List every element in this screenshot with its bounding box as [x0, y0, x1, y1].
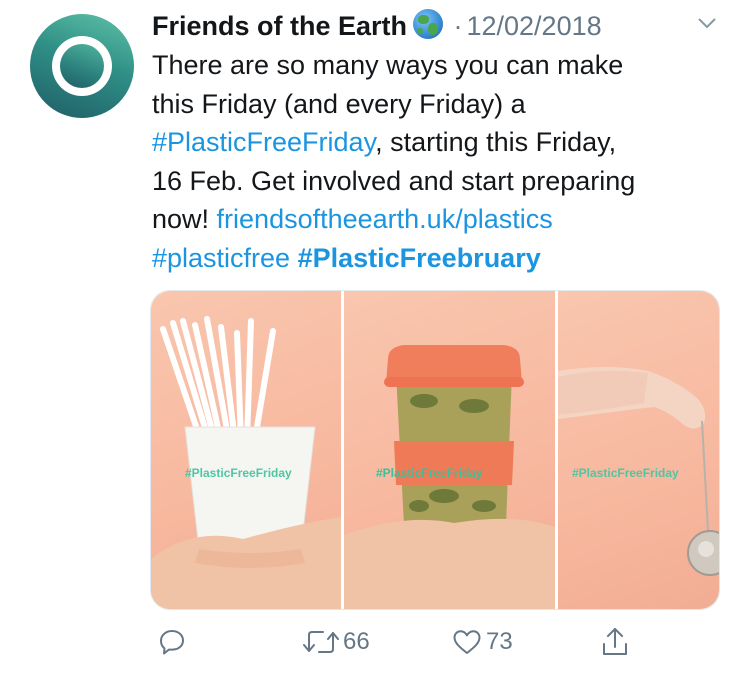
text-segment: , starting this Friday,: [375, 127, 617, 157]
action-bar: 66 73: [0, 622, 750, 662]
tweet-date[interactable]: 12/02/2018: [466, 11, 601, 41]
like-count: 73: [486, 628, 513, 655]
media-image-reusable-cup[interactable]: #PlasticFreeFriday: [344, 291, 555, 609]
like-icon: [453, 630, 481, 654]
media-image-hand-tea-ball[interactable]: #PlasticFreeFriday: [558, 291, 719, 609]
text-segment: now!: [152, 204, 217, 234]
hashtag-plasticfree[interactable]: #plasticfree: [152, 243, 290, 273]
share-icon: [603, 628, 627, 655]
like-button[interactable]: 73: [452, 622, 513, 662]
hashtag-plasticfreefriday[interactable]: #PlasticFreeFriday: [152, 127, 375, 157]
tweet-text: There are so many ways you can make this…: [152, 46, 732, 277]
link-plastics[interactable]: friendsoftheearth.uk/plastics: [217, 204, 553, 234]
media-hashtag-overlay: #PlasticFreeFriday: [572, 466, 679, 480]
retweet-button[interactable]: 66: [303, 622, 370, 662]
text-line: this Friday (and every Friday) a: [152, 88, 526, 119]
chevron-down-icon[interactable]: [696, 16, 718, 30]
text-line: #PlasticFreeFriday, starting this Friday…: [152, 123, 732, 162]
reply-icon: [160, 630, 184, 655]
avatar-core: [60, 44, 104, 88]
media-hashtag-overlay: #PlasticFreeFriday: [376, 466, 483, 480]
text-line: There are so many ways you can make: [152, 50, 624, 80]
text-line: 16 Feb. Get involved and start preparing: [152, 165, 636, 196]
globe-icon: [413, 9, 444, 39]
author-name[interactable]: Friends of the Earth: [152, 11, 407, 41]
avatar-ring: [52, 36, 112, 96]
media-grid: #PlasticFreeFriday #PlasticFreeFriday #P…: [150, 290, 720, 610]
tweet-header: Friends of the Earth · 12/02/2018: [152, 6, 602, 46]
retweet-icon: [303, 631, 339, 653]
hashtag-plasticfreebruary[interactable]: #PlasticFreebruary: [298, 243, 541, 273]
share-button[interactable]: [600, 622, 630, 662]
media-hashtag-overlay: #PlasticFreeFriday: [185, 466, 292, 480]
reply-button[interactable]: [158, 622, 186, 662]
separator: ·: [453, 11, 463, 41]
retweet-count: 66: [343, 628, 370, 655]
text-line: now! friendsoftheearth.uk/plastics: [152, 200, 732, 239]
media-image-straws-cup[interactable]: #PlasticFreeFriday: [151, 291, 341, 609]
text-line: #plasticfree #PlasticFreebruary: [152, 239, 732, 278]
avatar[interactable]: [30, 14, 134, 118]
